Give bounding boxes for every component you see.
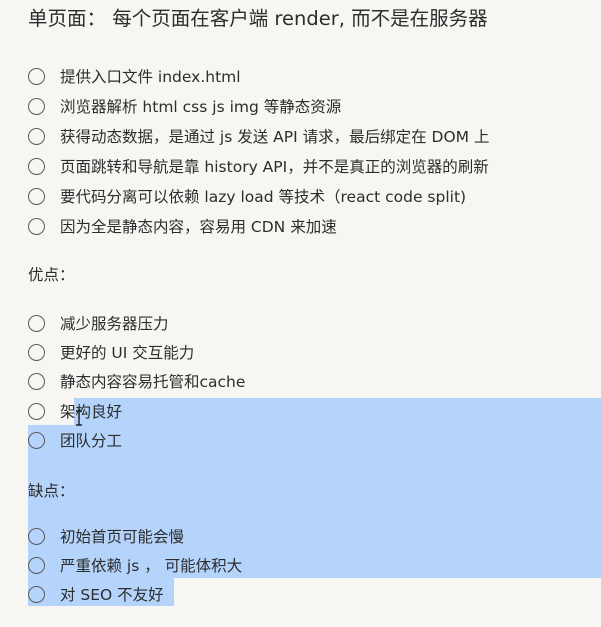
list-item-label: 初始首页可能会慢 — [60, 528, 185, 546]
list-item: 更好的 UI 交互能力 — [28, 339, 194, 365]
radio-checkbox-icon[interactable] — [28, 527, 45, 545]
text-cursor-icon — [76, 410, 82, 426]
list-item: 要代码分离可以依赖 lazy load 等技术（react code split… — [28, 183, 466, 209]
list-item: 页面跳转和导航是靠 history API，并不是真正的浏览器的刷新 — [28, 153, 489, 179]
radio-checkbox-icon[interactable] — [28, 127, 45, 145]
list-item-label: 严重依赖 js ， 可能体积大 — [60, 557, 243, 575]
list-item: 团队分工 — [28, 427, 122, 453]
radio-checkbox-icon[interactable] — [28, 314, 45, 332]
list-item: 浏览器解析 html css js img 等静态资源 — [28, 93, 341, 119]
list-item-label: 浏览器解析 html css js img 等静态资源 — [60, 98, 342, 116]
radio-checkbox-icon[interactable] — [28, 157, 45, 175]
list-item: 严重依赖 js ， 可能体积大 — [28, 552, 242, 578]
pros-heading: 优点： — [28, 266, 75, 284]
list-item-label: 提供入口文件 index.html — [60, 68, 241, 86]
radio-checkbox-icon[interactable] — [28, 431, 45, 449]
list-item-label: 要代码分离可以依赖 lazy load 等技术（react code split… — [60, 188, 467, 206]
radio-checkbox-icon[interactable] — [28, 343, 45, 361]
radio-checkbox-icon[interactable] — [28, 187, 45, 205]
radio-checkbox-icon[interactable] — [28, 97, 45, 115]
selection-highlight — [74, 398, 601, 425]
list-item-label: 获得动态数据，是通过 js 发送 API 请求，最后绑定在 DOM 上 — [60, 128, 490, 146]
cons-heading: 缺点： — [28, 482, 75, 500]
list-item: 因为全是静态内容，容易用 CDN 来加速 — [28, 213, 337, 239]
list-item-label: 页面跳转和导航是靠 history API，并不是真正的浏览器的刷新 — [60, 158, 489, 176]
list-item: 对 SEO 不友好 — [28, 581, 164, 607]
list-item-label: 团队分工 — [60, 432, 123, 450]
list-item: 提供入口文件 index.html — [28, 63, 241, 89]
list-item: 减少服务器压力 — [28, 310, 169, 336]
list-item-label: 对 SEO 不友好 — [60, 586, 164, 604]
list-item-label: 减少服务器压力 — [60, 315, 169, 333]
radio-checkbox-icon[interactable] — [28, 217, 45, 235]
page-title: 单页面： 每个页面在客户端 render, 而不是在服务器 — [28, 7, 488, 30]
list-item: 获得动态数据，是通过 js 发送 API 请求，最后绑定在 DOM 上 — [28, 123, 489, 149]
radio-checkbox-icon[interactable] — [28, 372, 45, 390]
list-item-label: 架构良好 — [60, 403, 123, 421]
list-item-label: 因为全是静态内容，容易用 CDN 来加速 — [60, 218, 337, 236]
radio-checkbox-icon[interactable] — [28, 67, 45, 85]
list-item-label: 静态内容容易托管和cache — [60, 373, 246, 391]
radio-checkbox-icon[interactable] — [28, 556, 45, 574]
list-item: 静态内容容易托管和cache — [28, 368, 245, 394]
list-item: 初始首页可能会慢 — [28, 523, 184, 549]
radio-checkbox-icon[interactable] — [28, 402, 45, 420]
list-item-label: 更好的 UI 交互能力 — [60, 344, 195, 362]
radio-checkbox-icon[interactable] — [28, 585, 45, 603]
